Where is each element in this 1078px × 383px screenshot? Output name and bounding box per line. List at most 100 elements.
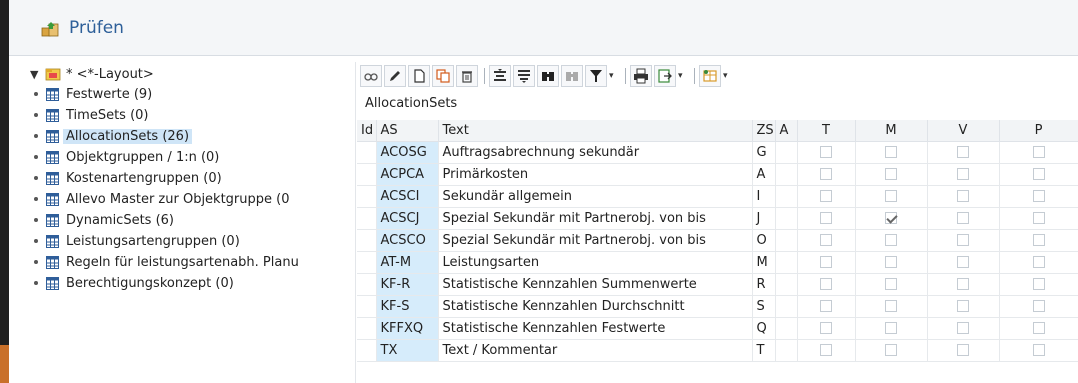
- cell-id[interactable]: [357, 251, 377, 274]
- cell-text[interactable]: Auftragsabrechnung sekundär: [438, 141, 753, 164]
- export-button[interactable]: [654, 65, 676, 87]
- column-header-id[interactable]: Id: [357, 120, 377, 142]
- checkbox[interactable]: [885, 278, 897, 290]
- cell-a[interactable]: [775, 141, 798, 164]
- checkbox[interactable]: [820, 322, 832, 334]
- details-button[interactable]: [360, 65, 382, 87]
- checkbox[interactable]: [1032, 278, 1045, 290]
- checkbox[interactable]: [885, 190, 897, 202]
- chevron-down-icon[interactable]: ▼: [30, 68, 42, 81]
- cell-a[interactable]: [775, 185, 798, 208]
- checkbox[interactable]: [957, 234, 969, 246]
- edit-button[interactable]: [384, 65, 406, 87]
- cell-zs[interactable]: T: [752, 339, 776, 362]
- layout-caret-icon[interactable]: ▾: [723, 71, 733, 81]
- tree-item[interactable]: Regeln für leistungsartenabh. Planu: [34, 252, 299, 272]
- cell-as[interactable]: ACOSG: [376, 141, 439, 164]
- export-caret-icon[interactable]: ▾: [678, 71, 688, 81]
- checkbox[interactable]: [820, 344, 832, 356]
- table-row[interactable]: TX Text / Kommentar T: [357, 338, 1078, 362]
- cell-text[interactable]: Statistische Kennzahlen Summenwerte: [438, 273, 753, 296]
- cell-id[interactable]: [357, 229, 377, 252]
- checkbox[interactable]: [820, 146, 832, 158]
- checkbox[interactable]: [1032, 234, 1045, 246]
- cell-id[interactable]: [357, 317, 377, 340]
- cell-text[interactable]: Statistische Kennzahlen Festwerte: [438, 317, 753, 340]
- checkbox[interactable]: [957, 256, 969, 268]
- checkbox[interactable]: [957, 278, 969, 290]
- cell-id[interactable]: [357, 163, 377, 186]
- column-header-p[interactable]: P: [999, 120, 1078, 142]
- tree-item[interactable]: Objektgruppen / 1:n (0): [34, 147, 219, 167]
- filter-button[interactable]: [585, 65, 607, 87]
- checkbox[interactable]: [820, 212, 832, 224]
- cell-as[interactable]: ACPCA: [376, 163, 439, 186]
- tree-item[interactable]: Leistungsartengruppen (0): [34, 231, 240, 251]
- cell-as[interactable]: ACSCO: [376, 229, 439, 252]
- cell-as[interactable]: ACSCJ: [376, 207, 439, 230]
- checkbox[interactable]: [957, 344, 969, 356]
- table-row[interactable]: ACSCJ Spezial Sekundär mit Partnerobj. vo…: [357, 207, 1078, 230]
- checkbox[interactable]: [1032, 256, 1045, 268]
- tree-item[interactable]: Berechtigungskonzept (0): [34, 273, 234, 293]
- checkbox[interactable]: [885, 344, 897, 356]
- cell-text[interactable]: Statistische Kennzahlen Durchschnitt: [438, 295, 753, 318]
- checkbox[interactable]: [885, 234, 897, 246]
- column-header-as[interactable]: AS: [376, 120, 439, 142]
- cell-as[interactable]: KF-S: [376, 295, 439, 318]
- filter-caret-icon[interactable]: ▾: [609, 71, 619, 81]
- table-row[interactable]: ACSCO Spezial Sekundär mit Partnerobj. vo…: [357, 229, 1078, 252]
- cell-zs[interactable]: I: [752, 185, 776, 208]
- cell-as[interactable]: KFFXQ: [376, 317, 439, 340]
- cell-id[interactable]: [357, 185, 377, 208]
- table-row[interactable]: KF-R Statistische Kennzahlen Summenwerte R: [357, 273, 1078, 296]
- tree-root-node[interactable]: ▼ * <*-Layout>: [30, 64, 154, 84]
- checkbox[interactable]: [957, 190, 969, 202]
- column-header-t[interactable]: T: [797, 120, 856, 142]
- tree-item[interactable]: Festwerte (9): [34, 84, 152, 104]
- cell-id[interactable]: [357, 207, 377, 230]
- checkbox[interactable]: [957, 168, 969, 180]
- cell-a[interactable]: [775, 295, 798, 318]
- cell-text[interactable]: Leistungsarten: [438, 251, 753, 274]
- table-row[interactable]: ACSCI Sekundär allgemein I: [357, 185, 1078, 208]
- tree-item[interactable]: TimeSets (0): [34, 105, 148, 125]
- table-row[interactable]: AT-M Leistungsarten M: [357, 251, 1078, 274]
- cell-as[interactable]: TX: [376, 339, 439, 362]
- checkbox[interactable]: [957, 146, 969, 158]
- cell-text[interactable]: Text / Kommentar: [437, 338, 753, 362]
- cell-a[interactable]: [775, 163, 798, 186]
- column-header-v[interactable]: V: [927, 120, 1000, 142]
- cell-zs[interactable]: S: [752, 295, 776, 318]
- cell-as[interactable]: KF-R: [376, 273, 439, 296]
- table-row[interactable]: KF-S Statistische Kennzahlen Durchschnitt…: [357, 295, 1078, 318]
- checkbox[interactable]: [1032, 322, 1045, 334]
- checkbox[interactable]: [885, 168, 897, 180]
- print-button[interactable]: [630, 65, 652, 87]
- cell-text[interactable]: Primärkosten: [438, 163, 753, 186]
- layout-button[interactable]: [699, 65, 721, 87]
- cell-a[interactable]: [775, 251, 798, 274]
- cell-as[interactable]: ACSCI: [376, 185, 439, 208]
- checkbox[interactable]: [1032, 190, 1045, 202]
- checkbox[interactable]: [820, 168, 832, 180]
- find-next-button[interactable]: [561, 65, 583, 87]
- tree-item[interactable]: Kostenartengruppen (0): [34, 168, 222, 188]
- cell-id[interactable]: [357, 339, 377, 362]
- table-row[interactable]: ACPCA Primärkosten A: [357, 163, 1078, 186]
- cell-a[interactable]: [775, 207, 798, 230]
- checkbox[interactable]: [885, 212, 897, 224]
- cell-text[interactable]: Spezial Sekundär mit Partnerobj. von bis: [438, 229, 753, 252]
- cell-a[interactable]: [775, 273, 798, 296]
- column-header-a[interactable]: A: [775, 120, 798, 142]
- checkbox[interactable]: [820, 190, 832, 202]
- sort-descending-button[interactable]: [513, 65, 535, 87]
- cell-a[interactable]: [775, 339, 798, 362]
- checkbox[interactable]: [820, 256, 832, 268]
- table-row[interactable]: ACOSG Auftragsabrechnung sekundär G: [357, 141, 1078, 164]
- sort-ascending-button[interactable]: [489, 65, 511, 87]
- checkbox[interactable]: [1032, 344, 1045, 356]
- cell-as[interactable]: AT-M: [376, 251, 439, 274]
- cell-text[interactable]: Spezial Sekundär mit Partnerobj. von bis: [438, 207, 753, 230]
- cell-a[interactable]: [775, 229, 798, 252]
